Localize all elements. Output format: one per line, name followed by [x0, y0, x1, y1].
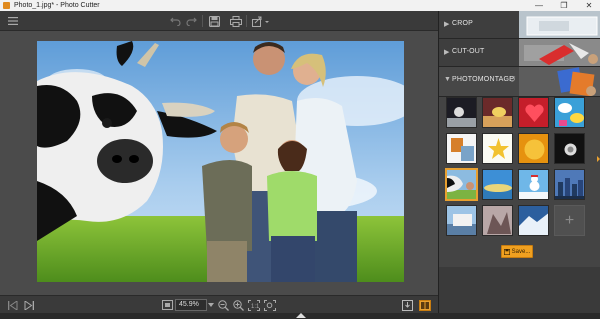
fit-image-icon[interactable] — [160, 298, 174, 312]
maximize-button[interactable]: ❐ — [553, 0, 575, 11]
canvas-workspace — [0, 31, 438, 295]
close-button[interactable]: ✕ — [578, 0, 600, 11]
next-icon[interactable] — [22, 298, 36, 312]
minimize-button[interactable]: — — [528, 0, 550, 11]
app-window: Photo_1.jpg* - Photo Cutter — ❐ ✕ 45.9% … — [0, 0, 600, 319]
svg-text:1:1: 1:1 — [251, 304, 260, 310]
bottom-bar: 45.9% 1:1 — [0, 295, 438, 313]
chevron-right-icon: ▶ — [444, 21, 450, 28]
share-icon[interactable] — [251, 14, 271, 28]
template-thumbnail[interactable] — [518, 97, 549, 128]
template-thumbnail[interactable] — [482, 133, 513, 164]
printer-icon[interactable] — [229, 14, 243, 28]
fit-window-icon[interactable] — [263, 298, 277, 312]
toolbar-divider — [202, 15, 203, 27]
template-thumbnail[interactable] — [482, 97, 513, 128]
compare-view-icon[interactable] — [418, 298, 432, 312]
zoom-in-icon[interactable] — [231, 298, 245, 312]
redo-icon[interactable] — [184, 14, 198, 28]
photomontage-image[interactable] — [37, 41, 404, 282]
toolbar-divider — [246, 15, 247, 27]
template-thumbnail[interactable] — [518, 205, 549, 236]
tools-panel: ▶ CROP ▶ CUT-OUT ▼ PHOTOMONTAGE ↺ + Save… — [438, 11, 600, 313]
template-thumbnail[interactable] — [482, 205, 513, 236]
photomontage-templates-grid: + — [439, 97, 600, 267]
photomontage-preview-image — [519, 67, 600, 96]
toolbar — [0, 11, 438, 31]
floppy-icon[interactable] — [207, 14, 221, 28]
crop-preview-image — [519, 11, 600, 38]
section-photomontage[interactable]: ▼ PHOTOMONTAGE ↺ — [439, 67, 600, 97]
title-bar: Photo_1.jpg* - Photo Cutter — ❐ ✕ — [0, 0, 600, 11]
chevron-right-icon: ▶ — [444, 49, 450, 56]
export-icon[interactable] — [400, 298, 414, 312]
actual-size-icon[interactable]: 1:1 — [247, 298, 261, 312]
status-strip — [0, 313, 600, 319]
floppy-icon — [503, 248, 510, 255]
template-thumbnail[interactable] — [554, 97, 585, 128]
undo-icon[interactable] — [168, 14, 182, 28]
template-thumbnail-selected[interactable] — [445, 168, 478, 201]
chevron-down-icon[interactable] — [207, 298, 215, 312]
template-thumbnail[interactable] — [446, 133, 477, 164]
zoom-out-icon[interactable] — [216, 298, 230, 312]
section-label: CROP — [452, 20, 474, 27]
section-label: CUT-OUT — [452, 48, 485, 55]
template-thumbnail[interactable] — [518, 169, 549, 200]
save-button-label: Save... — [511, 248, 531, 255]
section-cut-out[interactable]: ▶ CUT-OUT — [439, 39, 600, 67]
section-label: PHOTOMONTAGE — [452, 76, 515, 83]
prev-icon[interactable] — [6, 298, 20, 312]
hamburger-icon[interactable] — [6, 14, 20, 28]
window-title: Photo_1.jpg* - Photo Cutter — [14, 2, 100, 9]
cutout-preview-image — [519, 39, 600, 66]
template-thumbnail[interactable] — [446, 205, 477, 236]
template-thumbnail[interactable] — [554, 133, 585, 164]
template-thumbnail[interactable] — [554, 169, 585, 200]
section-crop[interactable]: ▶ CROP — [439, 11, 600, 39]
panel-footer — [439, 267, 600, 313]
save-button[interactable]: Save... — [501, 245, 533, 258]
add-template-button[interactable]: + — [554, 205, 585, 236]
template-thumbnail[interactable] — [482, 169, 513, 200]
zoom-level-field[interactable]: 45.9% — [175, 299, 207, 311]
template-thumbnail[interactable] — [518, 133, 549, 164]
template-thumbnail[interactable] — [446, 97, 477, 128]
app-icon — [3, 2, 10, 9]
chevron-down-icon: ▼ — [444, 76, 451, 83]
undo-icon[interactable]: ↺ — [509, 75, 516, 84]
